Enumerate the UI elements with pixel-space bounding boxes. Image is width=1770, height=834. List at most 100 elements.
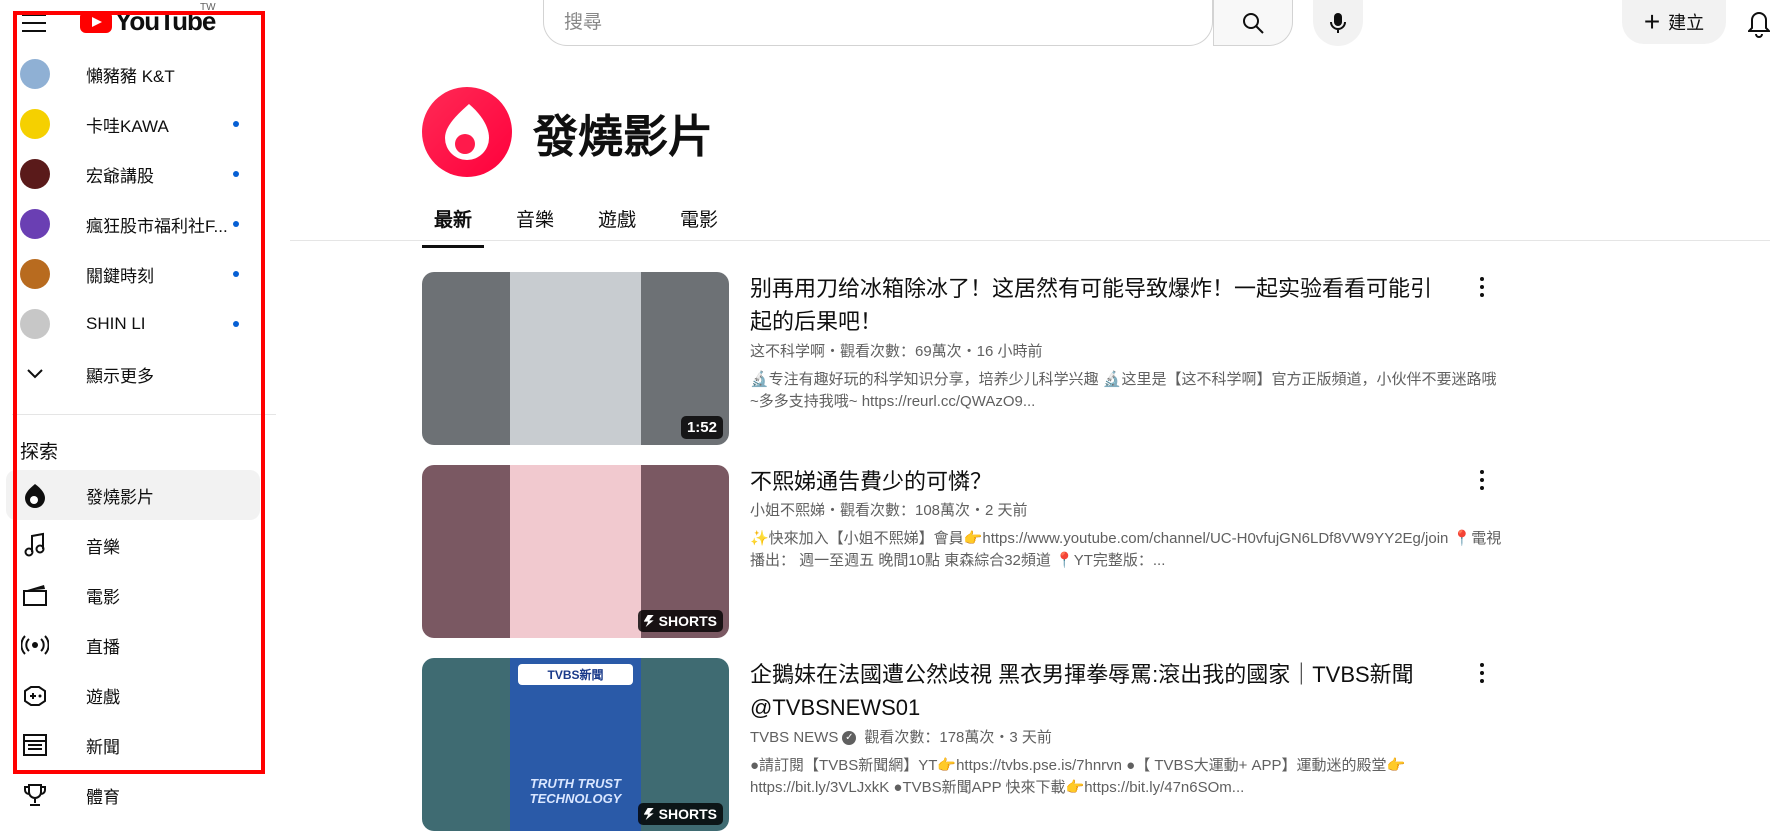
channel-avatar	[20, 159, 50, 189]
more-actions-button[interactable]	[1467, 272, 1497, 302]
sidebar-item-label: 關鍵時刻	[86, 266, 154, 286]
video-title[interactable]: 企鵝妹在法國遭公然歧視 黑衣男揮拳辱罵:滾出我的國家｜TVBS新聞 @TVBSN…	[750, 658, 1440, 724]
shorts-badge: SHORTS	[637, 610, 723, 632]
video-item: TVBS新聞 TRUTH TRUST TECHNOLOGY SHORTS 企鵝妹…	[422, 658, 1522, 834]
channel-avatar	[20, 209, 50, 239]
sidebar-item-label: 直播	[86, 637, 120, 657]
sidebar: YouTube TW 懶豬豬 K&T 卡哇KAWA 宏爺講股 瘋狂股市福利社F.…	[0, 0, 276, 818]
sidebar-item-label: 體育	[86, 787, 120, 807]
tabs-divider	[290, 240, 1770, 241]
search-input[interactable]	[544, 0, 1106, 45]
sidebar-item-sports[interactable]: 體育	[6, 770, 260, 820]
music-icon	[20, 530, 50, 560]
shorts-label: SHORTS	[658, 613, 717, 629]
video-metadata: TVBS NEWS ✓ 觀看次數：178萬次・3 天前	[750, 726, 1052, 747]
channel-name[interactable]: TVBS NEWS	[750, 729, 838, 746]
trending-icon	[20, 480, 50, 510]
microphone-icon	[1330, 13, 1346, 33]
channel-avatar	[20, 259, 50, 289]
youtube-play-icon	[80, 10, 112, 33]
sidebar-item-label: 新聞	[86, 737, 120, 757]
more-actions-button[interactable]	[1467, 465, 1497, 495]
gaming-icon	[20, 680, 50, 710]
voice-search-button[interactable]	[1313, 0, 1363, 46]
new-content-dot	[233, 121, 239, 127]
verified-check-icon: ✓	[842, 731, 857, 746]
search-field	[543, 0, 1213, 46]
page-title: 發燒影片	[533, 111, 714, 162]
more-vert-icon	[1480, 275, 1484, 299]
video-description: ✨快來加入【小姐不熙娣】會員👉https://www.youtube.com/c…	[750, 530, 1502, 569]
thumbnail-caption-bottom: TRUTH TRUST TECHNOLOGY	[529, 776, 622, 806]
sidebar-item-movies[interactable]: 電影	[6, 570, 260, 620]
tab-bar: 最新 音樂 遊戲 電影	[422, 196, 750, 248]
plus-icon: +	[1643, 6, 1661, 37]
tab-movies[interactable]: 電影	[668, 196, 730, 240]
video-thumbnail[interactable]: SHORTS	[422, 465, 729, 638]
sidebar-item-label: 卡哇KAWA	[86, 116, 169, 136]
sidebar-item-news[interactable]: 新聞	[6, 720, 260, 770]
sidebar-subscription[interactable]: SHIN LI	[6, 299, 260, 349]
notifications-bell-icon[interactable]	[1746, 10, 1770, 38]
channel-avatar	[20, 109, 50, 139]
new-content-dot	[233, 221, 239, 227]
shorts-label: SHORTS	[658, 806, 717, 822]
explore-heading: 探索	[20, 442, 59, 463]
sidebar-subscription[interactable]: 瘋狂股市福利社F...	[6, 199, 260, 249]
sidebar-item-label: 發燒影片	[86, 487, 154, 507]
channel-avatar	[20, 309, 50, 339]
thumbnail-image	[510, 272, 641, 445]
video-thumbnail[interactable]: 1:52	[422, 272, 729, 445]
tab-latest[interactable]: 最新	[422, 196, 485, 248]
sidebar-item-label: 顯示更多	[86, 366, 154, 386]
sidebar-subscription[interactable]: 關鍵時刻	[6, 249, 260, 299]
trophy-icon	[20, 780, 50, 810]
shorts-icon	[643, 615, 654, 627]
sidebar-item-trending[interactable]: 發燒影片	[6, 470, 260, 520]
sidebar-divider	[12, 414, 276, 415]
more-vert-icon	[1480, 661, 1484, 685]
video-metadata: 小姐不熙娣・觀看次數：108萬次・2 天前	[750, 502, 1028, 519]
tab-gaming[interactable]: 遊戲	[586, 196, 648, 240]
trending-page-icon	[422, 87, 512, 177]
new-content-dot	[233, 321, 239, 327]
menu-icon[interactable]	[22, 14, 46, 32]
tab-music[interactable]: 音樂	[504, 196, 566, 240]
video-stats: 觀看次數：178萬次・3 天前	[864, 729, 1052, 746]
more-actions-button[interactable]	[1467, 658, 1497, 688]
sidebar-item-label: SHIN LI	[86, 314, 146, 333]
video-description: ●請訂閱【TVBS新聞網】YT👉https://tvbs.pse.is/7hnr…	[750, 757, 1406, 796]
sidebar-item-gaming[interactable]: 遊戲	[6, 670, 260, 720]
video-item: SHORTS 不熙娣通告費少的可憐？ 小姐不熙娣・觀看次數：108萬次・2 天前…	[422, 465, 1522, 641]
thumbnail-caption-top: TVBS新聞	[518, 664, 633, 685]
sidebar-item-label: 宏爺講股	[86, 166, 154, 186]
new-content-dot	[233, 171, 239, 177]
video-title[interactable]: 别再用刀给冰箱除冰了！这居然有可能导致爆炸！一起实验看看可能引起的后果吧！	[750, 272, 1440, 338]
movie-icon	[20, 580, 50, 610]
sidebar-item-label: 懶豬豬 K&T	[86, 66, 175, 86]
sidebar-item-label: 遊戲	[86, 687, 120, 707]
thumbnail-image: TVBS新聞 TRUTH TRUST TECHNOLOGY	[510, 658, 641, 831]
sidebar-subscription[interactable]: 卡哇KAWA	[6, 99, 260, 149]
region-code: TW	[200, 2, 216, 13]
youtube-logo[interactable]: YouTube TW	[80, 2, 216, 37]
sidebar-item-music[interactable]: 音樂	[6, 520, 260, 570]
search-icon	[1243, 12, 1264, 34]
search-button[interactable]	[1213, 0, 1293, 46]
sidebar-item-label: 音樂	[86, 537, 120, 557]
sidebar-subscription[interactable]: 懶豬豬 K&T	[6, 49, 260, 99]
shorts-badge: SHORTS	[637, 803, 723, 825]
create-button[interactable]: + 建立	[1622, 0, 1726, 44]
sidebar-item-label: 瘋狂股市福利社F...	[86, 216, 228, 236]
video-thumbnail[interactable]: TVBS新聞 TRUTH TRUST TECHNOLOGY SHORTS	[422, 658, 729, 831]
video-item: 1:52 别再用刀给冰箱除冰了！这居然有可能导致爆炸！一起实验看看可能引起的后果…	[422, 272, 1522, 448]
news-icon	[20, 730, 50, 760]
thumbnail-image	[510, 465, 641, 638]
video-title[interactable]: 不熙娣通告費少的可憐？	[750, 465, 1440, 498]
sidebar-item-label: 電影	[86, 587, 120, 607]
channel-avatar	[20, 59, 50, 89]
sidebar-item-live[interactable]: 直播	[6, 620, 260, 670]
sidebar-subscription[interactable]: 宏爺講股	[6, 149, 260, 199]
show-more-button[interactable]: 顯示更多	[6, 349, 260, 399]
search-bar	[543, 0, 1293, 46]
